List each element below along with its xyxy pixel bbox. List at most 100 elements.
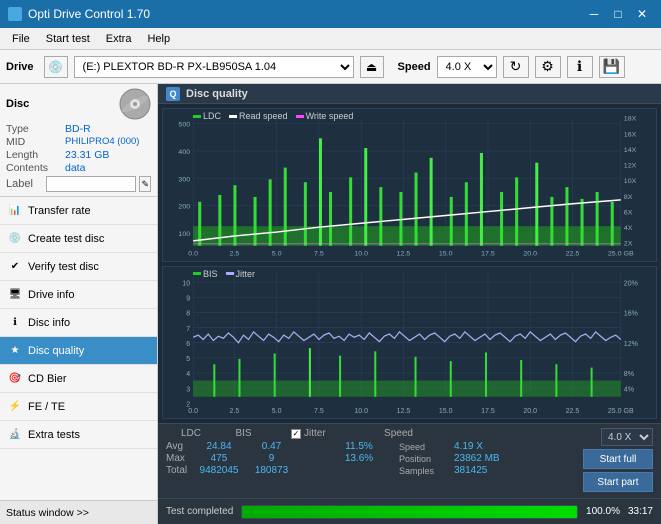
total-ldc: 9482045 bbox=[194, 465, 244, 476]
svg-text:200: 200 bbox=[178, 204, 190, 211]
jitter-checkbox[interactable]: ✓ bbox=[291, 429, 301, 439]
progress-percent: 100.0% bbox=[586, 506, 620, 517]
drive-bar: Drive 💿 (E:) PLEXTOR BD-R PX-LB950SA 1.0… bbox=[0, 50, 661, 84]
sidebar-item-label-fe-te: FE / TE bbox=[28, 401, 65, 413]
menu-extra[interactable]: Extra bbox=[98, 31, 140, 47]
drive-select[interactable]: (E:) PLEXTOR BD-R PX-LB950SA 1.04 bbox=[74, 56, 354, 78]
svg-text:8%: 8% bbox=[624, 369, 635, 378]
svg-text:17.5: 17.5 bbox=[481, 406, 495, 415]
top-chart-svg: 500 400 300 200 100 18X 16X 14X 12X 10X … bbox=[163, 109, 656, 260]
status-window-button[interactable]: Status window >> bbox=[0, 500, 157, 524]
svg-text:8: 8 bbox=[186, 308, 190, 317]
sidebar-item-verify-test-disc[interactable]: ✔ Verify test disc bbox=[0, 253, 157, 281]
avg-jitter: 11.5% bbox=[319, 441, 399, 452]
title-bar: Opti Drive Control 1.70 ─ □ ✕ bbox=[0, 0, 661, 28]
save-button[interactable]: 💾 bbox=[599, 56, 625, 78]
svg-text:18X: 18X bbox=[624, 116, 637, 123]
position-label: Position bbox=[399, 454, 454, 464]
bis-header: BIS bbox=[216, 428, 271, 439]
write-legend-dot bbox=[296, 115, 304, 118]
sidebar-item-drive-info[interactable]: 🖥 Drive info bbox=[0, 281, 157, 309]
sidebar-item-label-drive-info: Drive info bbox=[28, 289, 74, 301]
avg-bis: 0.47 bbox=[244, 441, 299, 452]
create-test-disc-icon: 💿 bbox=[8, 232, 22, 246]
svg-text:10X: 10X bbox=[624, 179, 637, 186]
speed-label-2: Speed bbox=[399, 442, 454, 452]
svg-text:16%: 16% bbox=[624, 308, 639, 317]
progress-bar-container bbox=[241, 505, 578, 519]
start-full-button[interactable]: Start full bbox=[583, 449, 653, 469]
menu-file[interactable]: File bbox=[4, 31, 38, 47]
top-chart: LDC Read speed Write speed bbox=[162, 108, 657, 261]
stats-table: LDC BIS ✓ Jitter Speed Avg 24.84 0.47 bbox=[166, 428, 545, 476]
svg-text:5.0: 5.0 bbox=[272, 406, 282, 415]
contents-label: Contents bbox=[6, 162, 61, 174]
speed-select[interactable]: 4.0 X bbox=[437, 56, 497, 78]
progress-status-label: Test completed bbox=[166, 506, 233, 517]
speed-controls: 4.0 X Start full Start part bbox=[553, 428, 653, 492]
total-bis: 180873 bbox=[244, 465, 299, 476]
drive-icon-button[interactable]: 💿 bbox=[44, 56, 68, 78]
avg-label: Avg bbox=[166, 441, 194, 452]
svg-text:12.5: 12.5 bbox=[397, 406, 411, 415]
bottom-chart-legend: BIS Jitter bbox=[193, 269, 255, 279]
label-edit-button[interactable]: ✎ bbox=[139, 176, 151, 192]
nav-items: 📊 Transfer rate 💿 Create test disc ✔ Ver… bbox=[0, 197, 157, 500]
svg-text:20.0: 20.0 bbox=[523, 406, 537, 415]
content-icon: Q bbox=[166, 87, 180, 101]
settings-button[interactable]: ⚙ bbox=[535, 56, 561, 78]
svg-text:2X: 2X bbox=[624, 241, 633, 248]
maximize-button[interactable]: □ bbox=[607, 4, 629, 24]
svg-text:10.0: 10.0 bbox=[354, 251, 368, 258]
svg-text:8X: 8X bbox=[624, 194, 633, 201]
svg-text:25.0 GB: 25.0 GB bbox=[608, 251, 634, 258]
minimize-button[interactable]: ─ bbox=[583, 4, 605, 24]
refresh-button[interactable]: ↻ bbox=[503, 56, 529, 78]
svg-text:500: 500 bbox=[178, 122, 190, 129]
sidebar-item-disc-quality[interactable]: ★ Disc quality bbox=[0, 337, 157, 365]
svg-text:25.0 GB: 25.0 GB bbox=[608, 406, 634, 415]
position-val: 23862 MB bbox=[454, 453, 500, 464]
svg-text:7.5: 7.5 bbox=[314, 406, 324, 415]
sidebar-item-cd-bier[interactable]: 🎯 CD Bier bbox=[0, 365, 157, 393]
test-speed-select[interactable]: 4.0 X bbox=[601, 428, 653, 446]
progress-bar-fill bbox=[242, 506, 577, 518]
max-label: Max bbox=[166, 453, 194, 464]
svg-text:4: 4 bbox=[186, 369, 190, 378]
drive-info-icon: 🖥 bbox=[8, 288, 22, 302]
app-icon bbox=[8, 7, 22, 21]
sidebar-item-transfer-rate[interactable]: 📊 Transfer rate bbox=[0, 197, 157, 225]
ldc-header: LDC bbox=[166, 428, 216, 439]
sidebar-item-extra-tests[interactable]: 🔬 Extra tests bbox=[0, 421, 157, 449]
label-input[interactable] bbox=[46, 176, 136, 192]
svg-text:4X: 4X bbox=[624, 226, 633, 233]
close-button[interactable]: ✕ bbox=[631, 4, 653, 24]
sidebar-item-fe-te[interactable]: ⚡ FE / TE bbox=[0, 393, 157, 421]
sidebar-item-create-test-disc[interactable]: 💿 Create test disc bbox=[0, 225, 157, 253]
start-part-button[interactable]: Start part bbox=[583, 472, 653, 492]
sidebar-item-label-extra-tests: Extra tests bbox=[28, 429, 80, 441]
mid-label: MID bbox=[6, 136, 61, 148]
mid-value: PHILIPRO4 (000) bbox=[65, 136, 139, 148]
jitter-header: Jitter bbox=[304, 428, 326, 439]
sidebar-item-label-create-test-disc: Create test disc bbox=[28, 233, 104, 245]
sidebar-item-label-cd-bier: CD Bier bbox=[28, 373, 67, 385]
svg-text:12.5: 12.5 bbox=[397, 251, 411, 258]
sidebar-item-label-disc-quality: Disc quality bbox=[28, 345, 84, 357]
disc-panel: Disc Type BD-R MID PHILIPRO4 (000) Lengt… bbox=[0, 84, 157, 197]
menu-help[interactable]: Help bbox=[139, 31, 178, 47]
svg-text:4%: 4% bbox=[624, 384, 635, 393]
eject-button[interactable]: ⏏ bbox=[360, 56, 384, 78]
menu-start-test[interactable]: Start test bbox=[38, 31, 98, 47]
svg-text:15.0: 15.0 bbox=[439, 406, 453, 415]
info-button[interactable]: ℹ bbox=[567, 56, 593, 78]
ldc-legend-label: LDC bbox=[203, 111, 221, 121]
contents-value: data bbox=[65, 162, 85, 174]
disc-info-icon: ℹ bbox=[8, 316, 22, 330]
svg-text:2.5: 2.5 bbox=[230, 251, 240, 258]
bis-legend-label: BIS bbox=[203, 269, 218, 279]
type-value: BD-R bbox=[65, 123, 91, 135]
sidebar-item-label-verify-test-disc: Verify test disc bbox=[28, 261, 99, 273]
sidebar-item-disc-info[interactable]: ℹ Disc info bbox=[0, 309, 157, 337]
samples-label: Samples bbox=[399, 466, 454, 476]
